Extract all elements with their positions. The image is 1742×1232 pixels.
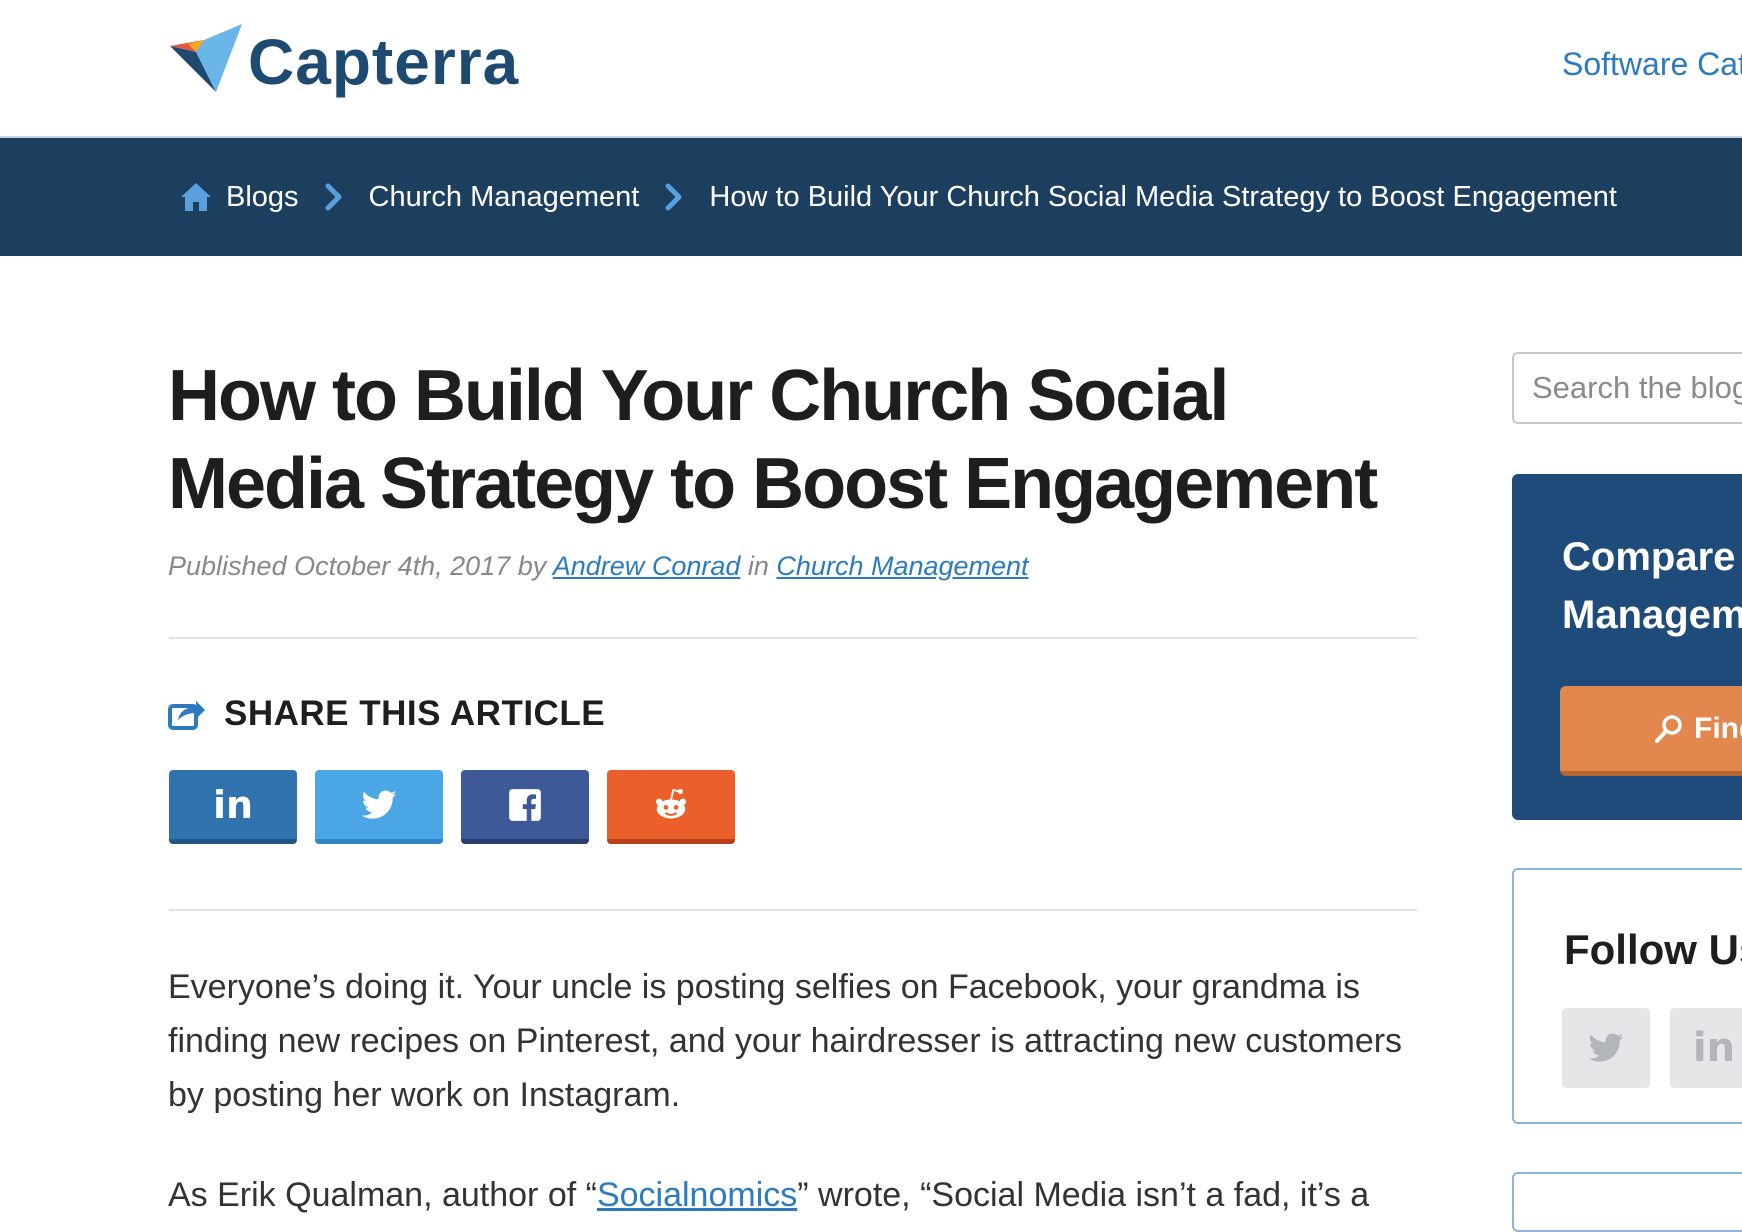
article-meta: Published October 4th, 2017 by Andrew Co… [168, 551, 1029, 582]
capterra-logo-icon [170, 24, 242, 92]
nav-software-categories[interactable]: Software Cat [1562, 46, 1742, 83]
divider [169, 909, 1417, 911]
share-heading: SHARE THIS ARTICLE [168, 694, 605, 734]
share-icon [168, 701, 205, 730]
share-linkedin-button[interactable]: in [169, 770, 297, 844]
chevron-right-icon [665, 183, 682, 211]
divider [169, 637, 1417, 639]
search-icon [1655, 714, 1682, 743]
published-date: Published October 4th, 2017 by [168, 551, 547, 581]
compare-software-widget: Compare Managem Find [1512, 474, 1742, 820]
share-facebook-button[interactable] [461, 770, 589, 844]
article-paragraph: As Erik Qualman, author of “Socialnomics… [168, 1168, 1418, 1222]
paragraph-text: ” wrote, “Social Media isn’t a fad, it’s… [797, 1176, 1370, 1214]
breadcrumb-bar: Blogs Church Management How to Build You… [0, 138, 1742, 256]
compare-widget-title: Compare Managem [1562, 528, 1742, 644]
author-link[interactable]: Andrew Conrad [553, 551, 741, 581]
reddit-icon [655, 788, 687, 818]
sidebar-widget [1512, 1172, 1742, 1232]
category-link[interactable]: Church Management [776, 551, 1028, 581]
socialnomics-link[interactable]: Socialnomics [597, 1176, 797, 1214]
paragraph-text: As Erik Qualman, author of “ [168, 1176, 597, 1214]
find-software-button[interactable]: Find [1560, 686, 1742, 776]
breadcrumb-current-article: How to Build Your Church Social Media St… [709, 180, 1617, 213]
follow-us-widget: Follow Us in [1512, 868, 1742, 1124]
twitter-icon [1588, 1033, 1624, 1062]
share-heading-label: SHARE THIS ARTICLE [224, 694, 606, 733]
breadcrumb-church-management[interactable]: Church Management [369, 181, 640, 214]
site-header: Capterra Software Cat [0, 0, 1742, 138]
share-twitter-button[interactable] [315, 770, 443, 844]
chevron-right-icon [325, 183, 342, 211]
follow-twitter-button[interactable] [1562, 1008, 1650, 1088]
brand-name: Capterra [248, 26, 520, 98]
share-reddit-button[interactable] [607, 770, 735, 844]
compare-title-line: Managem [1562, 593, 1742, 637]
compare-title-line: Compare [1562, 535, 1736, 579]
follow-us-title: Follow Us [1564, 926, 1742, 973]
article-paragraph: Everyone’s doing it. Your uncle is posti… [168, 968, 1403, 1114]
home-icon[interactable] [180, 182, 212, 212]
blog-search-input[interactable] [1514, 354, 1742, 422]
share-buttons: in [169, 770, 753, 844]
meta-in-word: in [747, 551, 769, 581]
facebook-icon [509, 788, 541, 821]
twitter-icon [361, 789, 397, 819]
linkedin-icon: in [1692, 1025, 1736, 1071]
article-title: How to Build Your Church Social Media St… [168, 356, 1378, 524]
follow-linkedin-button[interactable]: in [1670, 1008, 1742, 1088]
blog-search [1512, 352, 1742, 424]
find-button-label: Find [1694, 711, 1742, 745]
breadcrumb-blogs[interactable]: Blogs [226, 181, 299, 214]
breadcrumb: Blogs Church Management How to Build You… [180, 138, 1617, 256]
linkedin-icon: in [212, 782, 254, 827]
capterra-logo[interactable]: Capterra [170, 24, 519, 100]
